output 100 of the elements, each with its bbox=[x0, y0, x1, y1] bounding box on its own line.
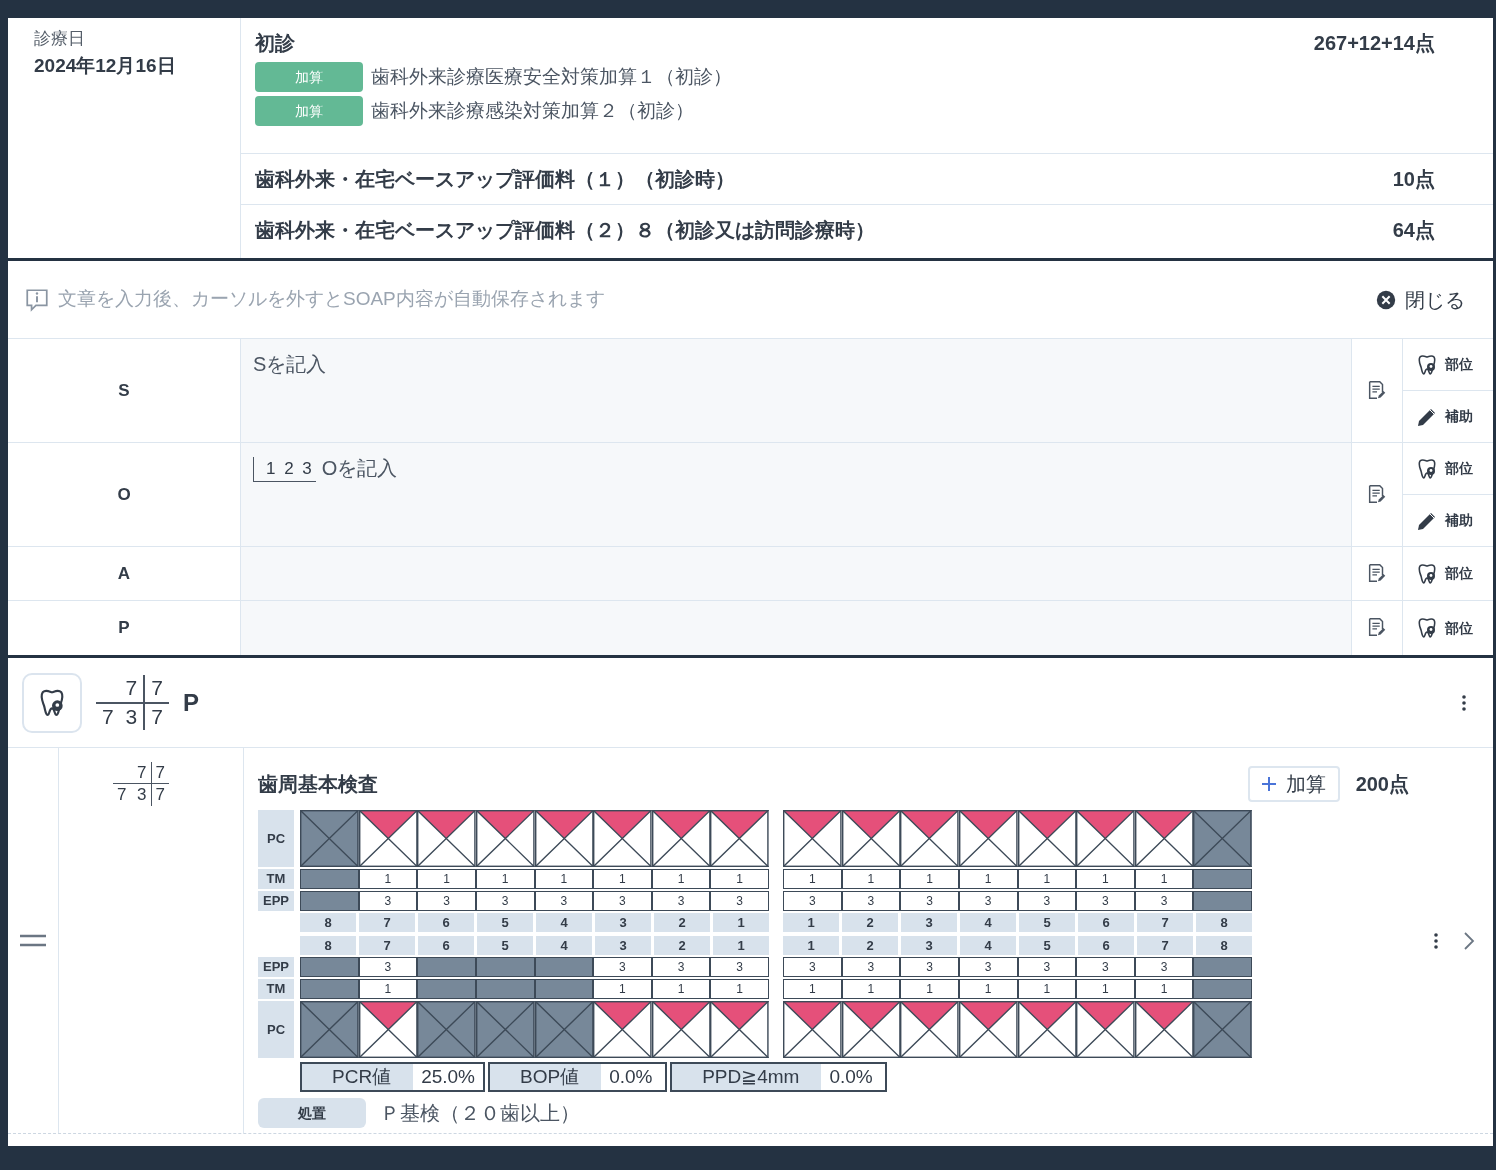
epp-value[interactable]: 3 bbox=[358, 891, 418, 911]
missing-tooth-diagram[interactable] bbox=[475, 1001, 535, 1058]
plaque-diagram[interactable] bbox=[783, 1001, 842, 1058]
tooth-number: 4 bbox=[536, 936, 592, 955]
tooth-number: 6 bbox=[418, 936, 474, 955]
tooth-number: 6 bbox=[1078, 913, 1134, 932]
epp-value[interactable]: 3 bbox=[958, 891, 1018, 911]
tm-value[interactable]: 1 bbox=[958, 869, 1018, 889]
epp-value[interactable]: 3 bbox=[475, 891, 535, 911]
plaque-diagram[interactable] bbox=[1134, 810, 1194, 867]
tm-value[interactable]: 1 bbox=[534, 869, 594, 889]
epp-value[interactable]: 3 bbox=[900, 891, 959, 911]
epp-value[interactable]: 3 bbox=[651, 891, 711, 911]
tm-value[interactable]: 1 bbox=[1017, 979, 1077, 999]
add-button[interactable]: 加算 bbox=[1247, 766, 1340, 802]
tm-value[interactable]: 1 bbox=[710, 869, 769, 889]
tm-value[interactable]: 1 bbox=[783, 979, 842, 999]
epp-value[interactable]: 3 bbox=[651, 957, 711, 977]
drag-handle-icon[interactable] bbox=[20, 934, 46, 947]
plaque-diagram[interactable] bbox=[475, 810, 535, 867]
tm-value[interactable]: 1 bbox=[900, 869, 959, 889]
tm-value[interactable]: 1 bbox=[1076, 869, 1135, 889]
plaque-diagram[interactable] bbox=[841, 810, 901, 867]
plaque-diagram[interactable] bbox=[593, 810, 652, 867]
plaque-diagram[interactable] bbox=[710, 810, 769, 867]
plaque-diagram[interactable] bbox=[710, 1001, 769, 1058]
epp-value[interactable]: 3 bbox=[841, 957, 901, 977]
plaque-diagram[interactable] bbox=[358, 1001, 418, 1058]
soap-field[interactable]: Sを記入 bbox=[241, 339, 1352, 442]
plaque-diagram[interactable] bbox=[783, 810, 842, 867]
soap-field[interactable]: 1 2 3 Oを記入 bbox=[241, 443, 1352, 546]
tm-value[interactable]: 1 bbox=[1134, 869, 1194, 889]
tm-value[interactable]: 1 bbox=[593, 979, 652, 999]
plaque-diagram[interactable] bbox=[900, 810, 959, 867]
tm-value[interactable]: 1 bbox=[958, 979, 1018, 999]
epp-value[interactable]: 3 bbox=[593, 957, 652, 977]
epp-value[interactable]: 3 bbox=[1134, 891, 1194, 911]
plaque-diagram[interactable] bbox=[841, 1001, 901, 1058]
soap-input[interactable]: Sを記入 bbox=[253, 349, 1339, 429]
plaque-diagram[interactable] bbox=[958, 1001, 1018, 1058]
exam-points: 200点 bbox=[1355, 772, 1409, 797]
tm-value[interactable]: 1 bbox=[841, 979, 901, 999]
plaque-diagram[interactable] bbox=[534, 810, 594, 867]
plaque-diagram[interactable] bbox=[651, 810, 711, 867]
tm-value[interactable]: 1 bbox=[1076, 979, 1135, 999]
epp-value[interactable]: 3 bbox=[1076, 891, 1135, 911]
plaque-diagram[interactable] bbox=[358, 810, 418, 867]
tm-value[interactable]: 1 bbox=[710, 979, 769, 999]
tm-value[interactable]: 1 bbox=[783, 869, 842, 889]
tm-value[interactable]: 1 bbox=[358, 979, 418, 999]
epp-value[interactable]: 3 bbox=[783, 957, 842, 977]
tm-value[interactable]: 1 bbox=[358, 869, 418, 889]
epp-value[interactable]: 3 bbox=[593, 891, 652, 911]
plaque-diagram[interactable] bbox=[900, 1001, 959, 1058]
epp-value[interactable]: 3 bbox=[958, 957, 1018, 977]
tm-value[interactable]: 1 bbox=[651, 869, 711, 889]
tooth-number: 2 bbox=[654, 936, 710, 955]
plaque-diagram[interactable] bbox=[1017, 1001, 1077, 1058]
epp-value[interactable]: 3 bbox=[841, 891, 901, 911]
epp-value[interactable]: 3 bbox=[1134, 957, 1194, 977]
epp-value[interactable]: 3 bbox=[900, 957, 959, 977]
tm-value[interactable]: 1 bbox=[475, 869, 535, 889]
tooth-select-button[interactable] bbox=[22, 672, 82, 733]
soap-field[interactable] bbox=[241, 547, 1352, 600]
formula-tooth-number: 7 3 bbox=[96, 703, 146, 730]
plaque-diagram[interactable] bbox=[1017, 810, 1077, 867]
close-button[interactable]: 閉じる bbox=[1375, 284, 1465, 315]
kebab-icon bbox=[1461, 694, 1467, 713]
billing-title: 初診 bbox=[255, 31, 295, 56]
tm-value[interactable]: 1 bbox=[651, 979, 711, 999]
plaque-diagram[interactable] bbox=[651, 1001, 711, 1058]
tooth-number: 7 bbox=[1137, 936, 1193, 955]
soap-field[interactable] bbox=[241, 601, 1352, 655]
tm-value[interactable]: 1 bbox=[900, 979, 959, 999]
plaque-diagram[interactable] bbox=[1134, 1001, 1194, 1058]
epp-value[interactable]: 3 bbox=[534, 891, 594, 911]
tm-value[interactable]: 1 bbox=[841, 869, 901, 889]
epp-value[interactable]: 3 bbox=[783, 891, 842, 911]
epp-value[interactable]: 3 bbox=[1017, 957, 1077, 977]
plaque-diagram[interactable] bbox=[593, 1001, 652, 1058]
soap-input[interactable]: Oを記入 bbox=[321, 453, 1339, 483]
plaque-diagram[interactable] bbox=[958, 810, 1018, 867]
tooth-number: 1 bbox=[783, 936, 839, 955]
epp-value[interactable]: 3 bbox=[1076, 957, 1135, 977]
epp-value[interactable]: 3 bbox=[710, 957, 769, 977]
addon-name: 歯科外来診療医療安全対策加算１（初診） bbox=[371, 64, 732, 89]
row-label: EPP bbox=[258, 891, 294, 911]
epp-value[interactable]: 3 bbox=[710, 891, 769, 911]
tm-value[interactable]: 1 bbox=[1134, 979, 1194, 999]
tm-value[interactable]: 1 bbox=[1017, 869, 1077, 889]
index-label: BOP値 bbox=[490, 1064, 602, 1090]
plaque-diagram[interactable] bbox=[1076, 810, 1135, 867]
epp-value[interactable]: 3 bbox=[417, 891, 476, 911]
memo-icon bbox=[1366, 379, 1388, 402]
plaque-diagram[interactable] bbox=[417, 810, 476, 867]
epp-value[interactable]: 3 bbox=[358, 957, 418, 977]
epp-value[interactable]: 3 bbox=[1017, 891, 1077, 911]
tm-value[interactable]: 1 bbox=[593, 869, 652, 889]
tm-value[interactable]: 1 bbox=[417, 869, 476, 889]
plaque-diagram[interactable] bbox=[1076, 1001, 1135, 1058]
